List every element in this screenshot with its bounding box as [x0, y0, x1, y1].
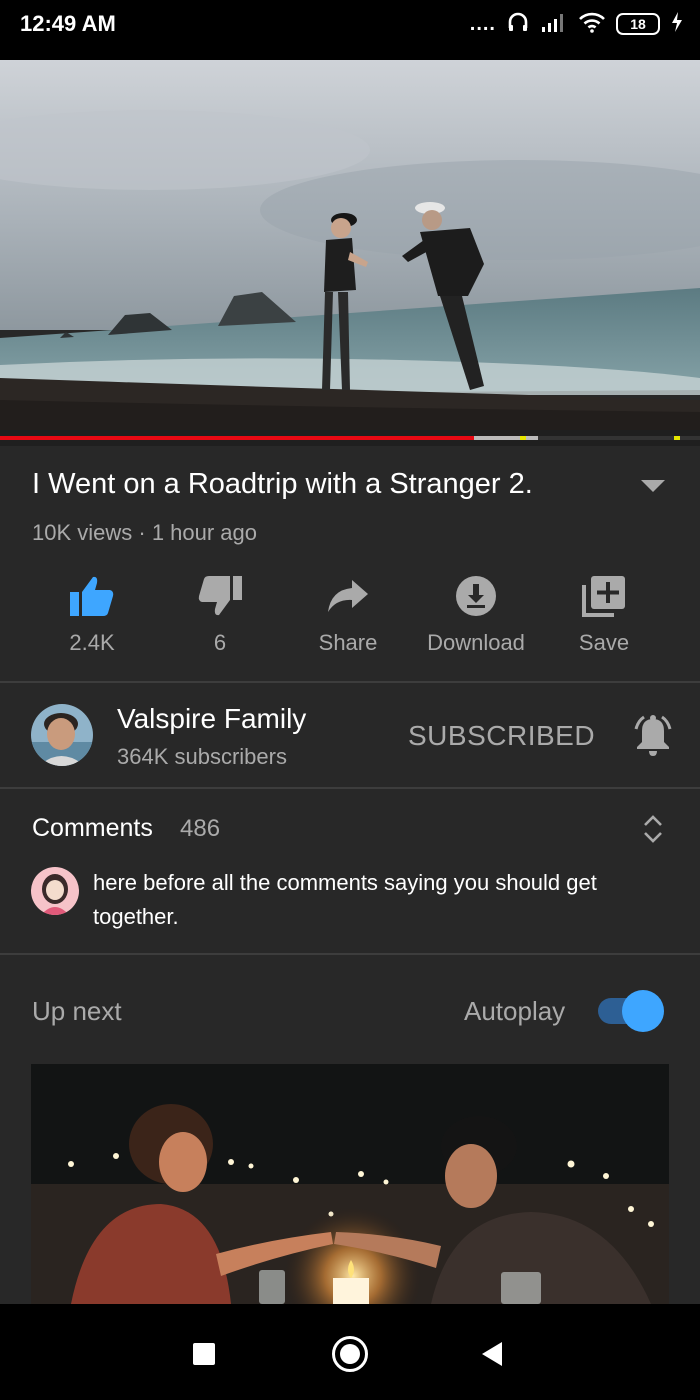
expand-description-icon[interactable]	[640, 478, 666, 494]
divider	[0, 953, 700, 955]
up-next-frame	[31, 1064, 669, 1304]
recents-button-icon[interactable]	[193, 1343, 215, 1365]
channel-avatar[interactable]	[31, 704, 93, 766]
save-button[interactable]: Save	[540, 572, 668, 656]
status-icons: .... 18	[470, 10, 684, 38]
up-next-thumbnail[interactable]	[31, 1064, 669, 1304]
video-meta: 10K views · 1 hour ago	[32, 520, 258, 545]
action-row: 2.4K 6 Share Download Save	[28, 572, 672, 656]
like-button[interactable]: 2.4K	[28, 572, 156, 656]
up-next-label: Up next	[32, 996, 122, 1026]
wifi-icon	[578, 11, 606, 38]
commenter-avatar[interactable]	[31, 867, 79, 915]
channel-name[interactable]: Valspire Family	[117, 703, 306, 735]
download-label: Download	[427, 630, 525, 655]
battery-icon: 18	[616, 13, 660, 35]
progress-played	[0, 436, 474, 440]
download-icon	[452, 572, 500, 620]
status-time: 12:49 AM	[20, 11, 116, 36]
save-playlist-icon	[580, 572, 628, 620]
like-count: 2.4K	[69, 630, 115, 655]
divider	[0, 787, 700, 789]
comments-label[interactable]: Comments	[32, 814, 153, 843]
share-icon	[324, 572, 372, 620]
home-button-icon[interactable]	[332, 1336, 368, 1372]
expand-comments-icon[interactable]	[640, 813, 666, 845]
download-button[interactable]: Download	[412, 572, 540, 656]
notification-bell-icon[interactable]	[630, 713, 676, 759]
signal-icon	[540, 11, 568, 38]
dislike-button[interactable]: 6	[156, 572, 284, 656]
notification-dots: ....	[469, 12, 496, 35]
top-comment-text[interactable]: here before all the comments saying you …	[93, 866, 653, 934]
video-progress-bar[interactable]	[0, 436, 700, 440]
subscriber-count: 364K subscribers	[117, 744, 287, 769]
video-player[interactable]	[0, 60, 700, 430]
video-frame	[0, 60, 700, 430]
comments-count: 486	[180, 815, 221, 842]
ad-marker	[674, 436, 680, 440]
dislike-count: 6	[213, 630, 227, 655]
divider	[0, 681, 700, 683]
video-title[interactable]: I Went on a Roadtrip with a Stranger 2.	[32, 468, 533, 501]
thumbs-up-icon	[68, 572, 116, 620]
share-button[interactable]: Share	[284, 572, 412, 656]
share-label: Share	[318, 630, 378, 655]
subscribed-button[interactable]: SUBSCRIBED	[408, 720, 595, 752]
charging-icon	[670, 11, 684, 38]
ad-marker	[520, 436, 526, 440]
thumbs-down-icon	[196, 572, 244, 620]
save-label: Save	[578, 630, 630, 655]
back-button-icon[interactable]	[482, 1342, 502, 1366]
autoplay-toggle-knob[interactable]	[622, 990, 664, 1032]
autoplay-label: Autoplay	[464, 996, 566, 1026]
headphones-icon	[506, 10, 530, 39]
status-bar: 12:49 AM .... 18	[0, 0, 700, 60]
